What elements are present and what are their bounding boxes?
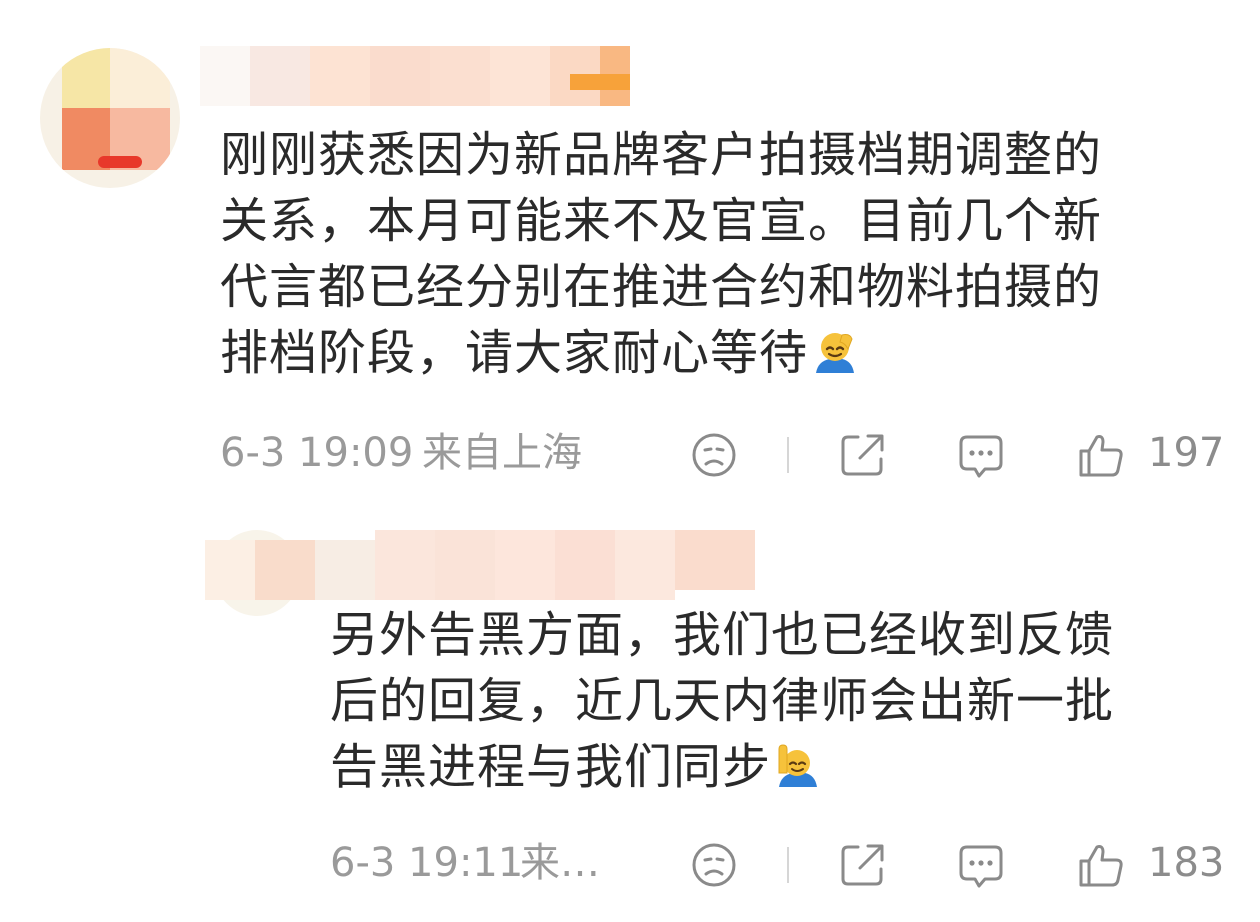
comment-text-line: 后的回复，近几天内律师会出新一批 — [330, 673, 1115, 729]
comment-footer: 6-3 19:09 来自上海 197 — [0, 423, 1260, 483]
comment-text-line: 告黑进程与我们同步 — [330, 739, 772, 795]
footer-divider — [787, 847, 789, 883]
comment-text-line: 排档阶段，请大家耐心等待 — [220, 325, 809, 381]
comment-timestamp: 6-3 19:11 — [330, 840, 524, 886]
username[interactable] — [200, 46, 630, 106]
comment-location: 来自上海 — [422, 430, 582, 476]
sad-face-icon — [692, 433, 736, 477]
reply-button[interactable] — [957, 841, 1005, 889]
comment-thread: 刚刚获悉因为新品牌客户拍摄档期调整的 关系，本月可能来不及官宣。目前几个新 代言… — [0, 0, 1260, 922]
comment-footer: 6-3 19:11 来… 183 — [0, 833, 1260, 893]
comment-icon — [959, 845, 1003, 888]
footer-divider — [787, 437, 789, 473]
comment-text-line: 关系，本月可能来不及官宣。目前几个新 — [220, 193, 1103, 249]
comment-text: 刚刚获悉因为新品牌客户拍摄档期调整的 关系，本月可能来不及官宣。目前几个新 代言… — [220, 122, 1102, 392]
dislike-button[interactable] — [690, 431, 738, 479]
reply-button[interactable] — [957, 431, 1005, 479]
comment-timestamp: 6-3 19:09 — [220, 430, 414, 476]
comment-icon — [959, 435, 1003, 478]
comment-text: 另外告黑方面，我们也已经收到反馈 后的回复，近几天内律师会出新一批 告黑进程与我… — [330, 602, 1114, 806]
share-icon — [841, 434, 884, 476]
comment-text-line: 代言都已经分别在推进合约和物料拍摄的 — [220, 259, 1103, 315]
thumbs-up-icon — [1079, 435, 1123, 477]
raising-hand-emoji — [775, 740, 821, 806]
like-count: 197 — [1148, 430, 1225, 476]
dislike-button[interactable] — [690, 841, 738, 889]
share-icon — [841, 844, 884, 886]
username[interactable] — [205, 520, 755, 606]
like-button[interactable] — [1077, 431, 1125, 479]
comment-text-line: 另外告黑方面，我们也已经收到反馈 — [330, 607, 1115, 663]
thumbs-up-icon — [1079, 845, 1123, 887]
share-button[interactable] — [838, 431, 886, 479]
comment-text-line: 刚刚获悉因为新品牌客户拍摄档期调整的 — [220, 127, 1103, 183]
comment-location: 来… — [520, 840, 600, 886]
like-button[interactable] — [1077, 841, 1125, 889]
like-count: 183 — [1148, 840, 1225, 886]
avatar[interactable] — [40, 48, 180, 188]
share-button[interactable] — [838, 841, 886, 889]
saluting-face-emoji — [812, 326, 858, 392]
sad-face-icon — [692, 843, 736, 887]
